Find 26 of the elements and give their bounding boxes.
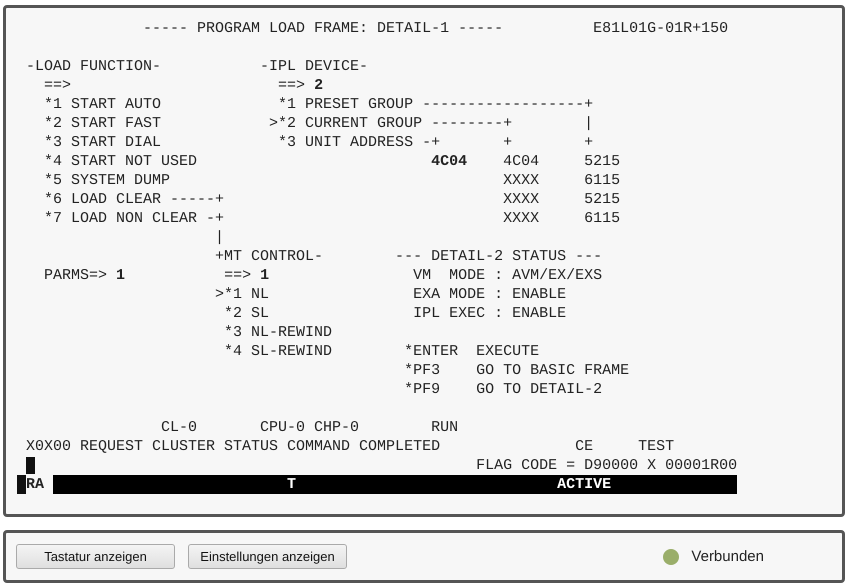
screen-line: *4 START NOT USED 4C04 4C04 5215 [43, 152, 622, 171]
screen-line: *1 START AUTO *1 PRESET GROUP ------------------+ [43, 95, 594, 114]
status-bar: T ACTIVE [53, 475, 737, 494]
status-label: Verbunden [691, 548, 764, 565]
screen-line: *3 START DIAL *3 UNIT ADDRESS -+ + + [43, 133, 594, 152]
screen-line: ----- PROGRAM LOAD FRAME: DETAIL-1 ----- E81L01G-01R+150 [142, 19, 730, 38]
screen-line: X0X00 REQUEST CLUSTER STATUS COMMAND COMPLETED CE TEST [25, 437, 676, 456]
screen-line: +MT CONTROL- --- DETAIL-2 STATUS --- [214, 247, 604, 266]
screen-line: *2 START FAST >*2 CURRENT GROUP --------+ | [43, 114, 594, 133]
screen-line: *PF9 GO TO DETAIL-2 [403, 380, 604, 399]
screen-line: CL-0 CPU-0 CHP-0 RUN [160, 418, 460, 437]
screen-line: >*1 NL EXA MODE : ENABLE [214, 285, 568, 304]
screen-line: *2 SL IPL EXEC : ENABLE [223, 304, 568, 323]
screen-line: *PF3 GO TO BASIC FRAME [403, 361, 630, 380]
screen-line: *4 SL-REWIND *ENTER EXECUTE [223, 342, 540, 361]
screen-line: *7 LOAD NON CLEAR -+ XXXX 6115 [43, 209, 622, 228]
screen-line: *5 SYSTEM DUMP XXXX 6115 [43, 171, 622, 190]
footer-button[interactable]: Einstellungen anzeigen [188, 544, 347, 569]
screen-line: PARMS=> 1 ==> 1 VM MODE : AVM/EX/EXS [43, 266, 604, 285]
screen-line: ==> ==> 2 [43, 76, 324, 95]
screen-line: *3 NL-REWIND [223, 323, 334, 342]
screen-line: | [214, 228, 226, 247]
screen-line: FLAG CODE = D90000 X 00001R00 [475, 457, 738, 474]
screen-line: -LOAD FUNCTION- -IPL DEVICE- [25, 57, 370, 76]
screen-line: *6 LOAD CLEAR -----+ XXXX 5215 [43, 190, 622, 209]
footer-button[interactable]: Tastatur anzeigen [16, 544, 175, 569]
